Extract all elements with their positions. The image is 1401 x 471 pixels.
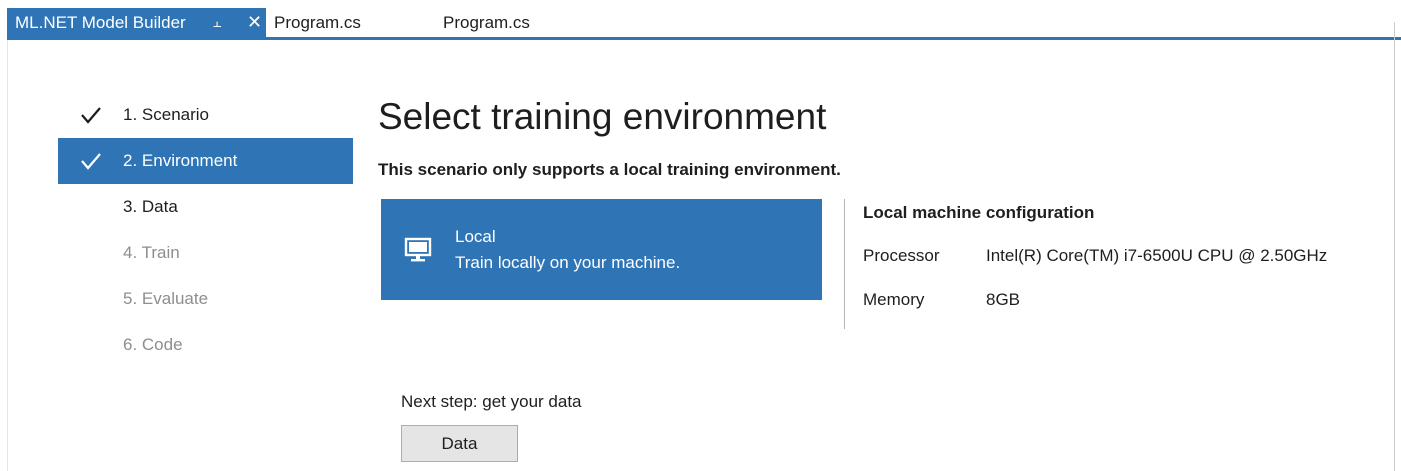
environment-description: Train locally on your machine. — [455, 253, 681, 272]
step-label: 4. Train — [123, 243, 180, 262]
memory-value: 8GB — [986, 290, 1021, 309]
step-environment[interactable]: 2. Environment — [58, 138, 353, 184]
tab-program-cs-2[interactable]: Program.cs — [443, 8, 530, 37]
processor-value: Intel(R) Core(TM) i7-6500U CPU @ 2.50GHz — [986, 246, 1328, 265]
step-label: 5. Evaluate — [123, 289, 209, 308]
config-divider — [844, 199, 845, 329]
step-train: 4. Train — [58, 230, 353, 276]
step-label: 3. Data — [123, 197, 178, 216]
config-title: Local machine configuration — [863, 203, 1095, 222]
wizard-steps: 1. Scenario 2. Environment 3. Data 4. Tr… — [58, 92, 353, 368]
processor-label: Processor — [863, 246, 940, 265]
step-evaluate: 5. Evaluate — [58, 276, 353, 322]
page-title: Select training environment — [378, 96, 827, 137]
tab-underline — [7, 37, 1401, 40]
check-icon — [81, 107, 101, 124]
next-step-label: Next step: get your data — [401, 392, 582, 411]
step-label: 6. Code — [123, 335, 183, 354]
data-button[interactable]: Data — [401, 425, 518, 462]
step-code: 6. Code — [58, 322, 353, 368]
memory-label: Memory — [863, 290, 925, 309]
tab-model-builder[interactable]: ML.NET Model Builder ⫠ ✕ — [7, 8, 266, 37]
step-label: 2. Environment — [123, 151, 238, 170]
environment-option-local[interactable]: Local Train locally on your machine. — [381, 199, 822, 300]
step-data[interactable]: 3. Data — [58, 184, 353, 230]
close-icon[interactable]: ✕ — [247, 8, 262, 37]
tab-label: Program.cs — [443, 13, 530, 32]
check-icon — [81, 153, 101, 170]
step-scenario[interactable]: 1. Scenario — [58, 92, 353, 138]
document-tab-strip: ML.NET Model Builder ⫠ ✕ Program.cs Prog… — [0, 0, 1401, 37]
pin-icon[interactable]: ⫠ — [213, 8, 221, 37]
tab-label: Program.cs — [274, 13, 361, 32]
environment-name: Local — [455, 227, 496, 246]
pane-border-right — [1394, 22, 1395, 471]
tab-program-cs[interactable]: Program.cs — [274, 8, 361, 37]
tab-label: ML.NET Model Builder — [15, 13, 186, 32]
page-subtitle: This scenario only supports a local trai… — [378, 160, 841, 179]
monitor-icon — [404, 237, 432, 262]
pane-border-left — [7, 40, 8, 471]
step-label: 1. Scenario — [123, 105, 209, 124]
